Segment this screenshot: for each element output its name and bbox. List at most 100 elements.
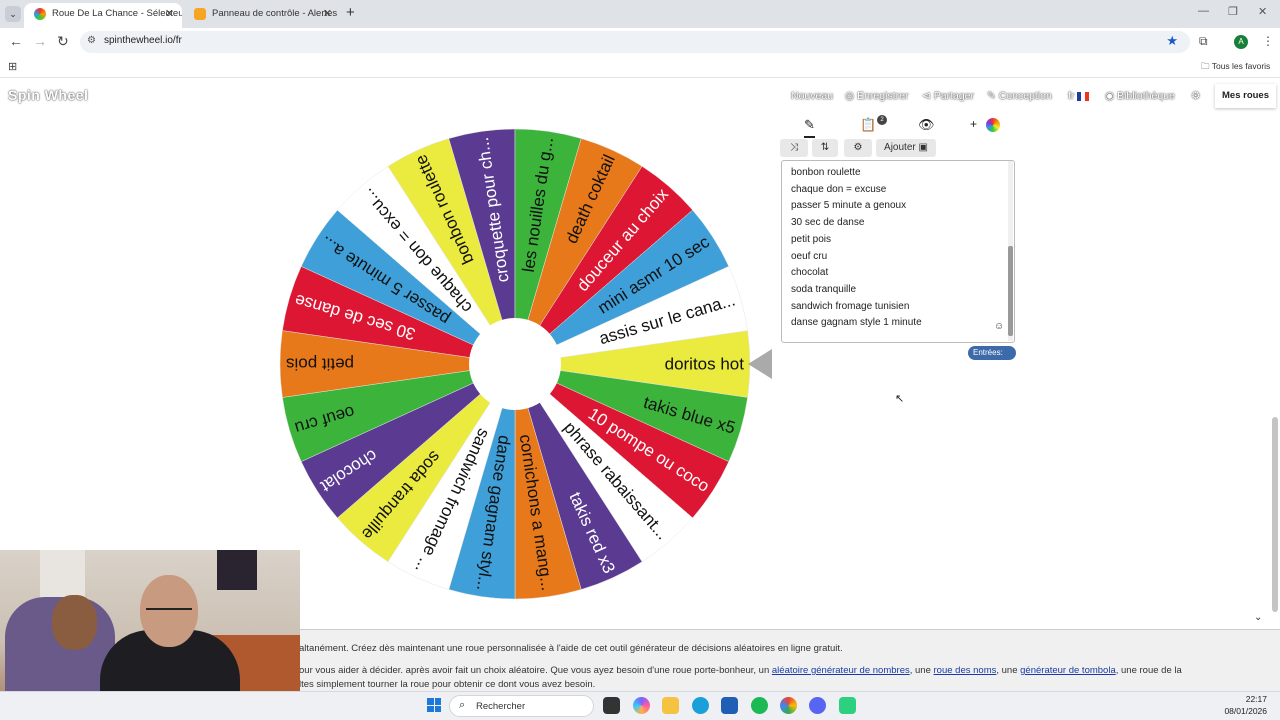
webcam-head-left bbox=[52, 595, 97, 650]
raffle-generator-link[interactable]: générateur de tombola bbox=[1020, 665, 1116, 676]
forward-icon[interactable]: → bbox=[33, 33, 47, 49]
entry-line[interactable]: chaque don = excuse bbox=[791, 184, 886, 195]
entry-line[interactable]: 30 sec de danse bbox=[791, 217, 864, 228]
system-clock[interactable]: 22:17 08/01/2026 bbox=[1212, 693, 1267, 717]
sort-icon[interactable]: ⇅ bbox=[812, 139, 838, 157]
tab-title: Roue De La Chance - Sélecteur bbox=[52, 8, 182, 19]
entries-scrollbar-thumb[interactable] bbox=[1008, 246, 1013, 336]
partager-button[interactable]: ⊲ Partager bbox=[922, 90, 974, 102]
pencil-icon: ✎ bbox=[987, 90, 999, 102]
page-scrollbar[interactable] bbox=[1272, 417, 1278, 612]
new-tab-button[interactable]: + bbox=[346, 4, 355, 21]
entry-line[interactable]: danse gagnam style 1 minute bbox=[791, 317, 922, 328]
settings-gear-icon[interactable]: ⚙ bbox=[1191, 90, 1200, 102]
entries-textarea[interactable]: bonbon roulette chaque don = excuse passer… bbox=[781, 160, 1015, 343]
closing-line: ltes simplement tourner la roue pour obt… bbox=[299, 679, 596, 690]
bibliotheque-label: Bibliothèque bbox=[1117, 90, 1175, 102]
wheel-favicon-icon bbox=[34, 8, 46, 20]
conception-button[interactable]: ✎ Conception bbox=[987, 90, 1052, 102]
enregistrer-button[interactable]: ◎ Enregistrer bbox=[845, 90, 908, 102]
tab-roue-de-la-chance[interactable]: Roue De La Chance - Sélecteur ✕ bbox=[24, 3, 182, 28]
reload-icon[interactable]: ↻ bbox=[57, 33, 69, 50]
ajouter-image-button[interactable]: Ajouter ▣ bbox=[876, 139, 936, 157]
bookmark-star-icon[interactable]: ★ bbox=[1166, 33, 1178, 49]
partager-label: Partager bbox=[933, 90, 974, 102]
windows-taskbar: ⌕ Rechercher 22:17 08/01/2026 bbox=[0, 691, 1280, 720]
random-number-link[interactable]: aléatoire générateur de nombres bbox=[772, 665, 910, 676]
page-content: Spin Wheel Nouveau ◎ Enregistrer ⊲ Parta… bbox=[0, 79, 1280, 629]
window-close-icon[interactable]: ✕ bbox=[1258, 5, 1267, 18]
wheel-center-hub[interactable] bbox=[469, 318, 561, 410]
intro-line: altanément. Créez dès maintenant une rou… bbox=[299, 643, 843, 654]
separator-text: , une bbox=[996, 665, 1021, 676]
spotify-icon[interactable] bbox=[751, 697, 768, 714]
tab-panneau-de-controle[interactable]: Panneau de contrôle - Alertes d ✕ bbox=[184, 3, 340, 28]
extensions-icon[interactable]: ⧉ bbox=[1199, 34, 1208, 49]
minimize-icon[interactable]: — bbox=[1198, 5, 1209, 17]
close-tab-icon[interactable]: ✕ bbox=[165, 3, 174, 25]
add-plus-icon[interactable]: + bbox=[970, 117, 977, 131]
wheel-segment-label: doritos hot bbox=[665, 355, 745, 374]
save-icon: ◎ bbox=[845, 90, 858, 102]
webcam-glasses bbox=[146, 608, 192, 614]
task-view-icon[interactable] bbox=[603, 697, 620, 714]
entry-line[interactable]: bonbon roulette bbox=[791, 167, 861, 178]
edit-pencil-icon[interactable]: ✎ bbox=[804, 117, 815, 138]
site-info-icon[interactable]: ⚙ bbox=[87, 35, 96, 46]
language-code: fr bbox=[1068, 90, 1075, 102]
entry-line[interactable]: oeuf cru bbox=[791, 251, 827, 262]
file-explorer-icon[interactable] bbox=[662, 697, 679, 714]
mouse-cursor-icon: ↖ bbox=[895, 393, 905, 405]
hide-eye-icon[interactable]: 👁 bbox=[918, 117, 935, 133]
profile-avatar[interactable]: A bbox=[1234, 35, 1248, 49]
entry-line[interactable]: soda tranquille bbox=[791, 284, 856, 295]
copilot-icon[interactable] bbox=[633, 697, 650, 714]
ajouter-label: Ajouter bbox=[884, 142, 916, 153]
spin-wheel[interactable]: doritos hottakis blue x510 pompe ou coco… bbox=[270, 119, 760, 609]
language-selector[interactable]: fr bbox=[1068, 90, 1090, 102]
taskbar-search-label: Rechercher bbox=[476, 701, 526, 712]
taskbar-search[interactable]: ⌕ Rechercher bbox=[449, 695, 594, 717]
all-bookmarks-label: Tous les favoris bbox=[1211, 61, 1271, 71]
edge-icon[interactable] bbox=[692, 697, 709, 714]
site-logo[interactable]: Spin Wheel bbox=[8, 87, 88, 103]
clipboard-list-icon[interactable]: 📋 bbox=[860, 117, 876, 133]
tab-search-button[interactable]: ⌄ bbox=[5, 6, 21, 22]
close-tab-icon[interactable]: ✕ bbox=[323, 3, 332, 25]
entries-panel: ✎ 📋 2 👁 + ⤨ ⇅ ⚙ Ajouter ▣ bonbon roulett… bbox=[780, 114, 1016, 371]
globe-icon: ◉ bbox=[1105, 90, 1118, 102]
apps-grid-icon[interactable]: ⊞ bbox=[8, 60, 17, 73]
settings-icon[interactable]: ⚙ bbox=[844, 139, 872, 157]
description-line: our vous aider à décider. après avoir fa… bbox=[299, 665, 1182, 676]
back-icon[interactable]: ← bbox=[9, 33, 23, 49]
entry-line[interactable]: petit pois bbox=[791, 234, 831, 245]
discord-icon[interactable] bbox=[809, 697, 826, 714]
entry-line[interactable]: passer 5 minute a genoux bbox=[791, 200, 906, 211]
clock-date: 08/01/2026 bbox=[1224, 706, 1267, 716]
search-icon: ⌕ bbox=[459, 699, 466, 711]
emoji-icon[interactable]: ☺ bbox=[994, 321, 1004, 332]
entries-count-badge: Entrées: 22 bbox=[968, 346, 1016, 371]
windows-start-icon[interactable] bbox=[427, 698, 441, 712]
mes-roues-button[interactable]: Mes roues bbox=[1215, 84, 1276, 108]
wheel-pointer-icon bbox=[748, 349, 772, 379]
image-icon: ▣ bbox=[918, 142, 928, 153]
description-text: our vous aider à décider. après avoir fa… bbox=[299, 665, 772, 676]
nouveau-button[interactable]: Nouveau bbox=[791, 90, 833, 102]
color-palette-icon[interactable] bbox=[986, 118, 1000, 132]
collapse-chevron-icon[interactable]: ⌄ bbox=[1254, 612, 1262, 623]
entry-line[interactable]: sandwich fromage tunisien bbox=[791, 301, 909, 312]
entry-line[interactable]: chocolat bbox=[791, 267, 828, 278]
chrome-icon[interactable] bbox=[780, 697, 797, 714]
bibliotheque-button[interactable]: ◉ Bibliothèque bbox=[1105, 90, 1175, 102]
shuffle-icon[interactable]: ⤨ bbox=[780, 139, 808, 157]
store-icon[interactable] bbox=[721, 697, 738, 714]
name-wheel-link[interactable]: roue des noms bbox=[934, 665, 997, 676]
all-bookmarks-folder[interactable]: 🗀 Tous les favoris bbox=[1201, 61, 1270, 75]
share-icon: ⊲ bbox=[922, 90, 934, 102]
menu-kebab-icon[interactable]: ⋮ bbox=[1262, 34, 1274, 48]
address-bar[interactable]: ⚙ spinthewheel.io/fr ★ bbox=[80, 31, 1190, 53]
streaming-app-icon[interactable] bbox=[839, 697, 856, 714]
restore-icon[interactable]: ❐ bbox=[1228, 5, 1238, 18]
url-text[interactable]: spinthewheel.io/fr bbox=[104, 35, 182, 46]
